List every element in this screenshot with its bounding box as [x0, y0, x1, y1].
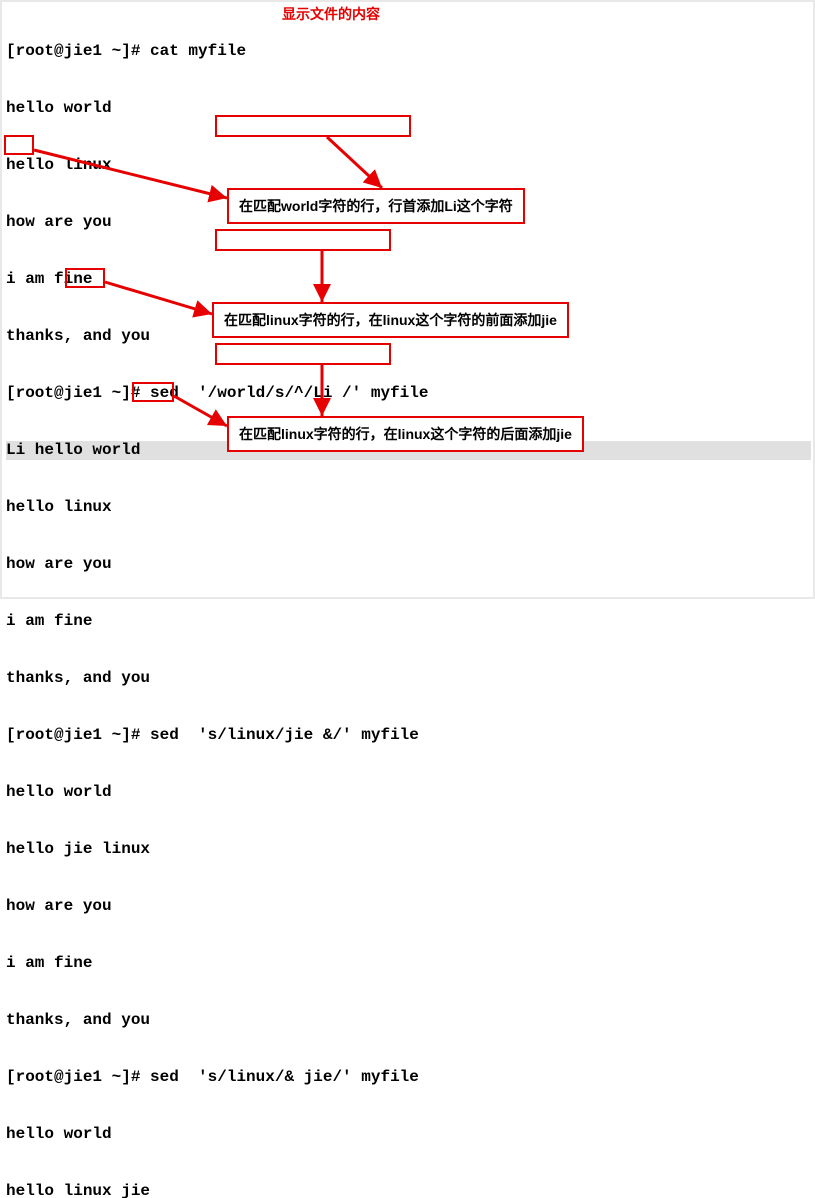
annotation-box-1: 在匹配world字符的行，行首添加Li这个字符 — [227, 188, 525, 224]
terminal-line: thanks, and you — [6, 1011, 809, 1030]
terminal-line: i am fine — [6, 954, 809, 973]
terminal-line: thanks, and you — [6, 669, 809, 688]
terminal-line: [root@jie1 ~]# sed 's/linux/& jie/' myfi… — [6, 1068, 809, 1087]
terminal-line: hello world — [6, 1125, 809, 1144]
highlight-box-li — [4, 135, 34, 155]
terminal-line: hello linux jie — [6, 1182, 809, 1198]
highlight-box-jie-2 — [132, 382, 174, 402]
terminal-line: i am fine — [6, 270, 809, 289]
terminal-line: [root@jie1 ~]# sed '/world/s/^/Li /' myf… — [6, 384, 809, 403]
terminal-line: hello world — [6, 783, 809, 802]
terminal-line: [root@jie1 ~]# cat myfile — [6, 42, 809, 61]
terminal-line: [root@jie1 ~]# sed 's/linux/jie &/' myfi… — [6, 726, 809, 745]
annotation-box-2: 在匹配linux字符的行，在linux这个字符的前面添加jie — [212, 302, 569, 338]
terminal-line: hello linux — [6, 156, 809, 175]
terminal-line: how are you — [6, 897, 809, 916]
terminal-output: [root@jie1 ~]# cat myfile hello world he… — [2, 2, 813, 1198]
highlight-box-sed-arg-3 — [215, 343, 391, 365]
highlight-box-jie-1 — [65, 268, 105, 288]
annotation-box-3: 在匹配linux字符的行，在linux这个字符的后面添加jie — [227, 416, 584, 452]
terminal-line: i am fine — [6, 612, 809, 631]
highlight-box-sed-arg-1 — [215, 115, 411, 137]
terminal-line: how are you — [6, 555, 809, 574]
terminal-line: hello jie linux — [6, 840, 809, 859]
terminal-line: hello linux — [6, 498, 809, 517]
title-annotation: 显示文件的内容 — [282, 4, 380, 24]
highlight-box-sed-arg-2 — [215, 229, 391, 251]
